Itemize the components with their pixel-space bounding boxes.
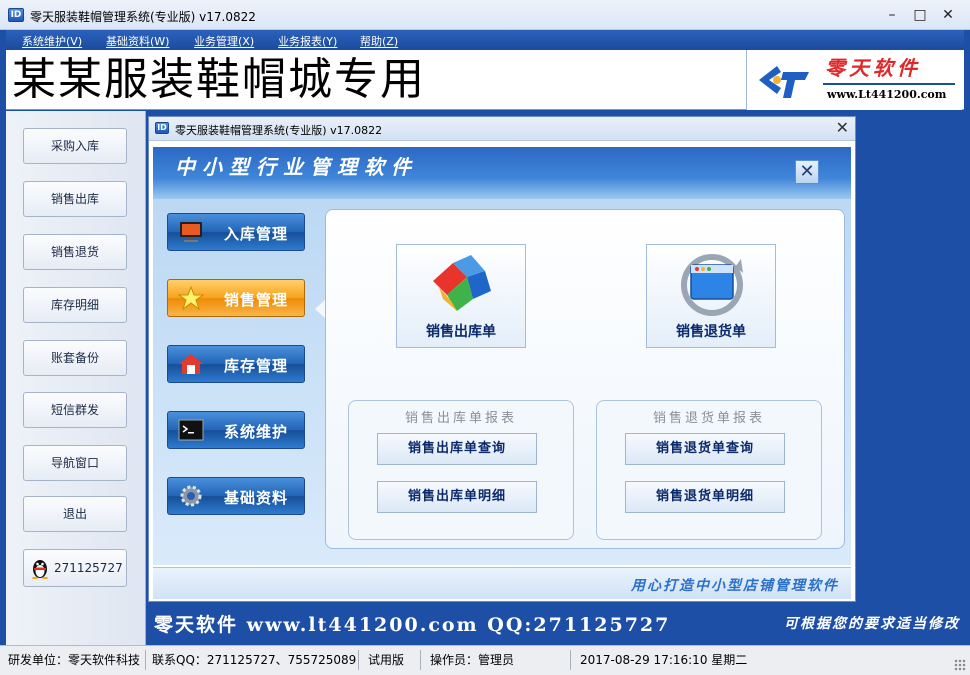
status-edition: 试用版 <box>368 653 405 667</box>
qq-number: 271125727 <box>54 561 123 575</box>
info-strip: 零天软件 www.lt441200.com QQ:271125727 可根据您的… <box>148 604 964 642</box>
window-title: 零天服装鞋帽管理系统(专业版) v17.0822 <box>30 10 256 24</box>
nav-sales-management[interactable]: 销售管理 <box>167 279 305 317</box>
nav-label: 系统维护 <box>224 423 289 441</box>
menu-business-reports[interactable]: 业务报表(Y) <box>278 33 337 49</box>
sales-return-report-group: 销售退货单报表 销售退货单查询 销售退货单明细 <box>596 400 822 540</box>
nav-label: 基础资料 <box>224 489 289 507</box>
banner-title: 某某服装鞋帽城专用 <box>12 54 426 105</box>
sales-return-order-label: 销售退货单 <box>676 324 746 340</box>
nav-system-maintenance[interactable]: 系统维护 <box>167 411 305 449</box>
star-icon <box>178 286 204 310</box>
nav-label: 销售管理 <box>224 291 289 309</box>
sales-outbound-detail-button[interactable]: 销售出库单明细 <box>377 481 537 513</box>
navigation-window: ID 零天服装鞋帽管理系统(专业版) v17.0822 ✕ 中小型行业管理软件 … <box>148 116 856 602</box>
title-bar: ID 零天服装鞋帽管理系统(专业版) v17.0822 – □ ✕ <box>0 0 970 30</box>
qq-penguin-icon <box>32 560 48 579</box>
status-operator: 操作员：管理员 <box>430 653 515 667</box>
sales-outbound-order-button[interactable]: 销售出库单 <box>396 244 526 348</box>
contact-info: 零天软件 www.lt441200.com QQ:271125727 <box>154 614 671 636</box>
minimize-button[interactable]: – <box>880 4 904 26</box>
refresh-window-icon <box>681 254 743 316</box>
gear-icon <box>180 485 202 507</box>
child-footer: 用心打造中小型店铺管理软件 <box>153 567 851 599</box>
header-slogan: 中小型行业管理软件 <box>175 155 418 179</box>
child-header: 中小型行业管理软件 ✕ <box>153 147 851 199</box>
sales-return-order-button[interactable]: 销售退货单 <box>646 244 776 348</box>
nav-inbound-management[interactable]: 入库管理 <box>167 213 305 251</box>
sales-return-detail-button[interactable]: 销售退货单明细 <box>625 481 785 513</box>
company-logo: 零天软件 www.Lt441200.com <box>746 50 962 110</box>
content-panel: 销售出库单 销售退货单 销售出库单报表 销售出库单查询 销售出库单明细 销售退货… <box>325 209 845 549</box>
child-window-title: 零天服装鞋帽管理系统(专业版) v17.0822 <box>175 124 383 137</box>
sidebar-inventory-detail-button[interactable]: 库存明细 <box>23 287 127 323</box>
nav-basic-data[interactable]: 基础资料 <box>167 477 305 515</box>
child-body: 入库管理 销售管理 库存管理 系统维护 基础资料 销售出库单 销售退货单 销售出… <box>153 199 851 565</box>
sales-outbound-order-label: 销售出库单 <box>426 324 496 340</box>
header-close-button[interactable]: ✕ <box>795 160 819 184</box>
sidebar-purchase-in-button[interactable]: 采购入库 <box>23 128 127 164</box>
menu-basic-data[interactable]: 基础资料(W) <box>106 33 169 49</box>
sidebar-exit-button[interactable]: 退出 <box>23 496 127 532</box>
menu-business-management[interactable]: 业务管理(X) <box>194 33 254 49</box>
banner: 某某服装鞋帽城专用 零天软件 www.Lt441200.com <box>6 50 964 110</box>
house-icon <box>179 354 203 374</box>
nav-label: 库存管理 <box>224 357 289 375</box>
child-title-bar: ID 零天服装鞋帽管理系统(专业版) v17.0822 ✕ <box>149 117 855 141</box>
child-app-icon: ID <box>155 122 169 134</box>
logo-underline <box>823 83 955 85</box>
sidebar-sms-button[interactable]: 短信群发 <box>23 392 127 428</box>
sidebar-sales-return-button[interactable]: 销售退货 <box>23 234 127 270</box>
sidebar-navigation-window-button[interactable]: 导航窗口 <box>23 445 127 481</box>
sales-outbound-report-group: 销售出库单报表 销售出库单查询 销售出库单明细 <box>348 400 574 540</box>
nav-inventory-management[interactable]: 库存管理 <box>167 345 305 383</box>
status-contact: 联系QQ：271125727、755725089 <box>152 653 357 667</box>
status-datetime: 2017-08-29 17:16:10 星期二 <box>580 653 748 667</box>
logo-url: www.Lt441200.com <box>827 88 947 101</box>
puzzle-blocks-icon <box>433 255 491 311</box>
sidebar-sales-out-button[interactable]: 销售出库 <box>23 181 127 217</box>
maximize-button[interactable]: □ <box>908 4 932 26</box>
sales-outbound-query-button[interactable]: 销售出库单查询 <box>377 433 537 465</box>
status-separator <box>358 650 359 670</box>
sales-return-query-button[interactable]: 销售退货单查询 <box>625 433 785 465</box>
menu-system-maintenance[interactable]: 系统维护(V) <box>22 33 82 49</box>
menu-help[interactable]: 帮助(Z) <box>360 33 398 49</box>
nav-label: 入库管理 <box>224 225 289 243</box>
status-developer: 研发单位：零天软件科技 <box>8 653 141 667</box>
app-icon: ID <box>8 8 24 22</box>
logo-chinese-text: 零天软件 <box>825 56 921 80</box>
terminal-icon <box>178 419 204 441</box>
status-bar: 研发单位：零天软件科技 联系QQ：271125727、755725089 试用版… <box>0 645 970 675</box>
status-separator <box>420 650 421 670</box>
sidebar-backup-button[interactable]: 账套备份 <box>23 340 127 376</box>
group-title: 销售出库单报表 <box>404 411 517 426</box>
customization-note: 可根据您的要求适当修改 <box>784 616 960 632</box>
monitor-icon <box>180 222 202 242</box>
menu-bar: 系统维护(V) 基础资料(W) 业务管理(X) 业务报表(Y) 帮助(Z) <box>6 30 964 50</box>
resize-grip-icon[interactable] <box>954 659 966 671</box>
group-title: 销售退货单报表 <box>652 411 765 426</box>
status-separator <box>145 650 146 670</box>
logo-mark-icon <box>759 66 809 98</box>
child-close-button[interactable]: ✕ <box>836 118 849 137</box>
sidebar-qq-button[interactable]: 271125727 <box>23 549 127 587</box>
status-separator <box>570 650 571 670</box>
footer-slogan: 用心打造中小型店铺管理软件 <box>631 578 839 594</box>
sidebar: 采购入库 销售出库 销售退货 库存明细 账套备份 短信群发 导航窗口 退出 27… <box>6 111 146 645</box>
close-button[interactable]: ✕ <box>936 4 960 26</box>
